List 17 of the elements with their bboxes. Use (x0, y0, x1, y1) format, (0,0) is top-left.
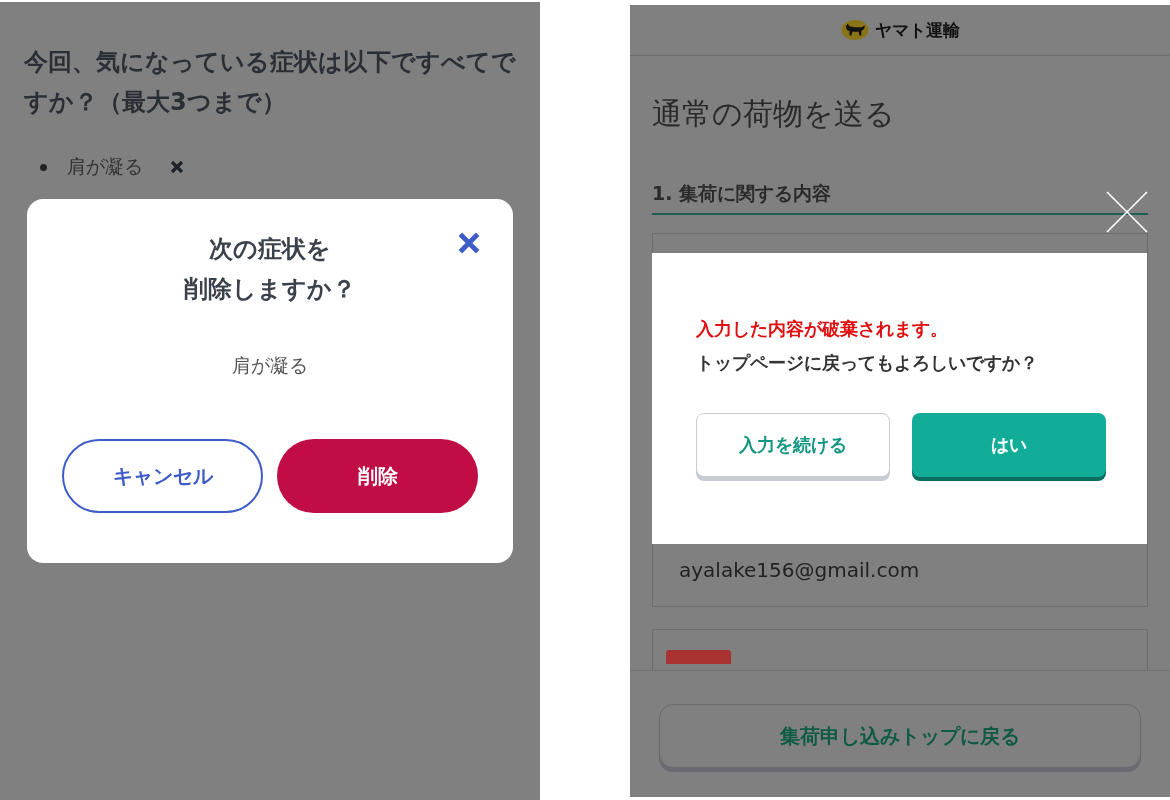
dialog-message: トップページに戻ってもよろしいですか？ (696, 351, 1039, 375)
remove-icon[interactable] (169, 159, 185, 175)
dialog-title: 次の症状を 削除しますか？ (184, 234, 356, 305)
close-icon[interactable] (456, 230, 482, 256)
delete-button[interactable]: 削除 (277, 439, 478, 513)
page-title: 通常の荷物を送る (652, 95, 896, 133)
cancel-button[interactable]: キャンセル (62, 439, 263, 513)
section-heading: 1. 集荷に関する内容 (652, 181, 1148, 215)
email-text: ayalake156@gmail.com (679, 558, 920, 582)
cat-logo-icon (840, 20, 869, 40)
bullet-icon (40, 163, 47, 171)
question-text: 今回、気になっている症状は以下ですべてですか？（最大3つまで） (24, 47, 517, 118)
warning-text: 入力した内容が破棄されます。 (696, 317, 949, 341)
symptom-label: 肩が凝る (67, 154, 143, 179)
brand-name: ヤマト運輸 (874, 18, 960, 42)
required-badge (666, 650, 731, 664)
symptom-text: 肩が凝る (232, 353, 308, 378)
